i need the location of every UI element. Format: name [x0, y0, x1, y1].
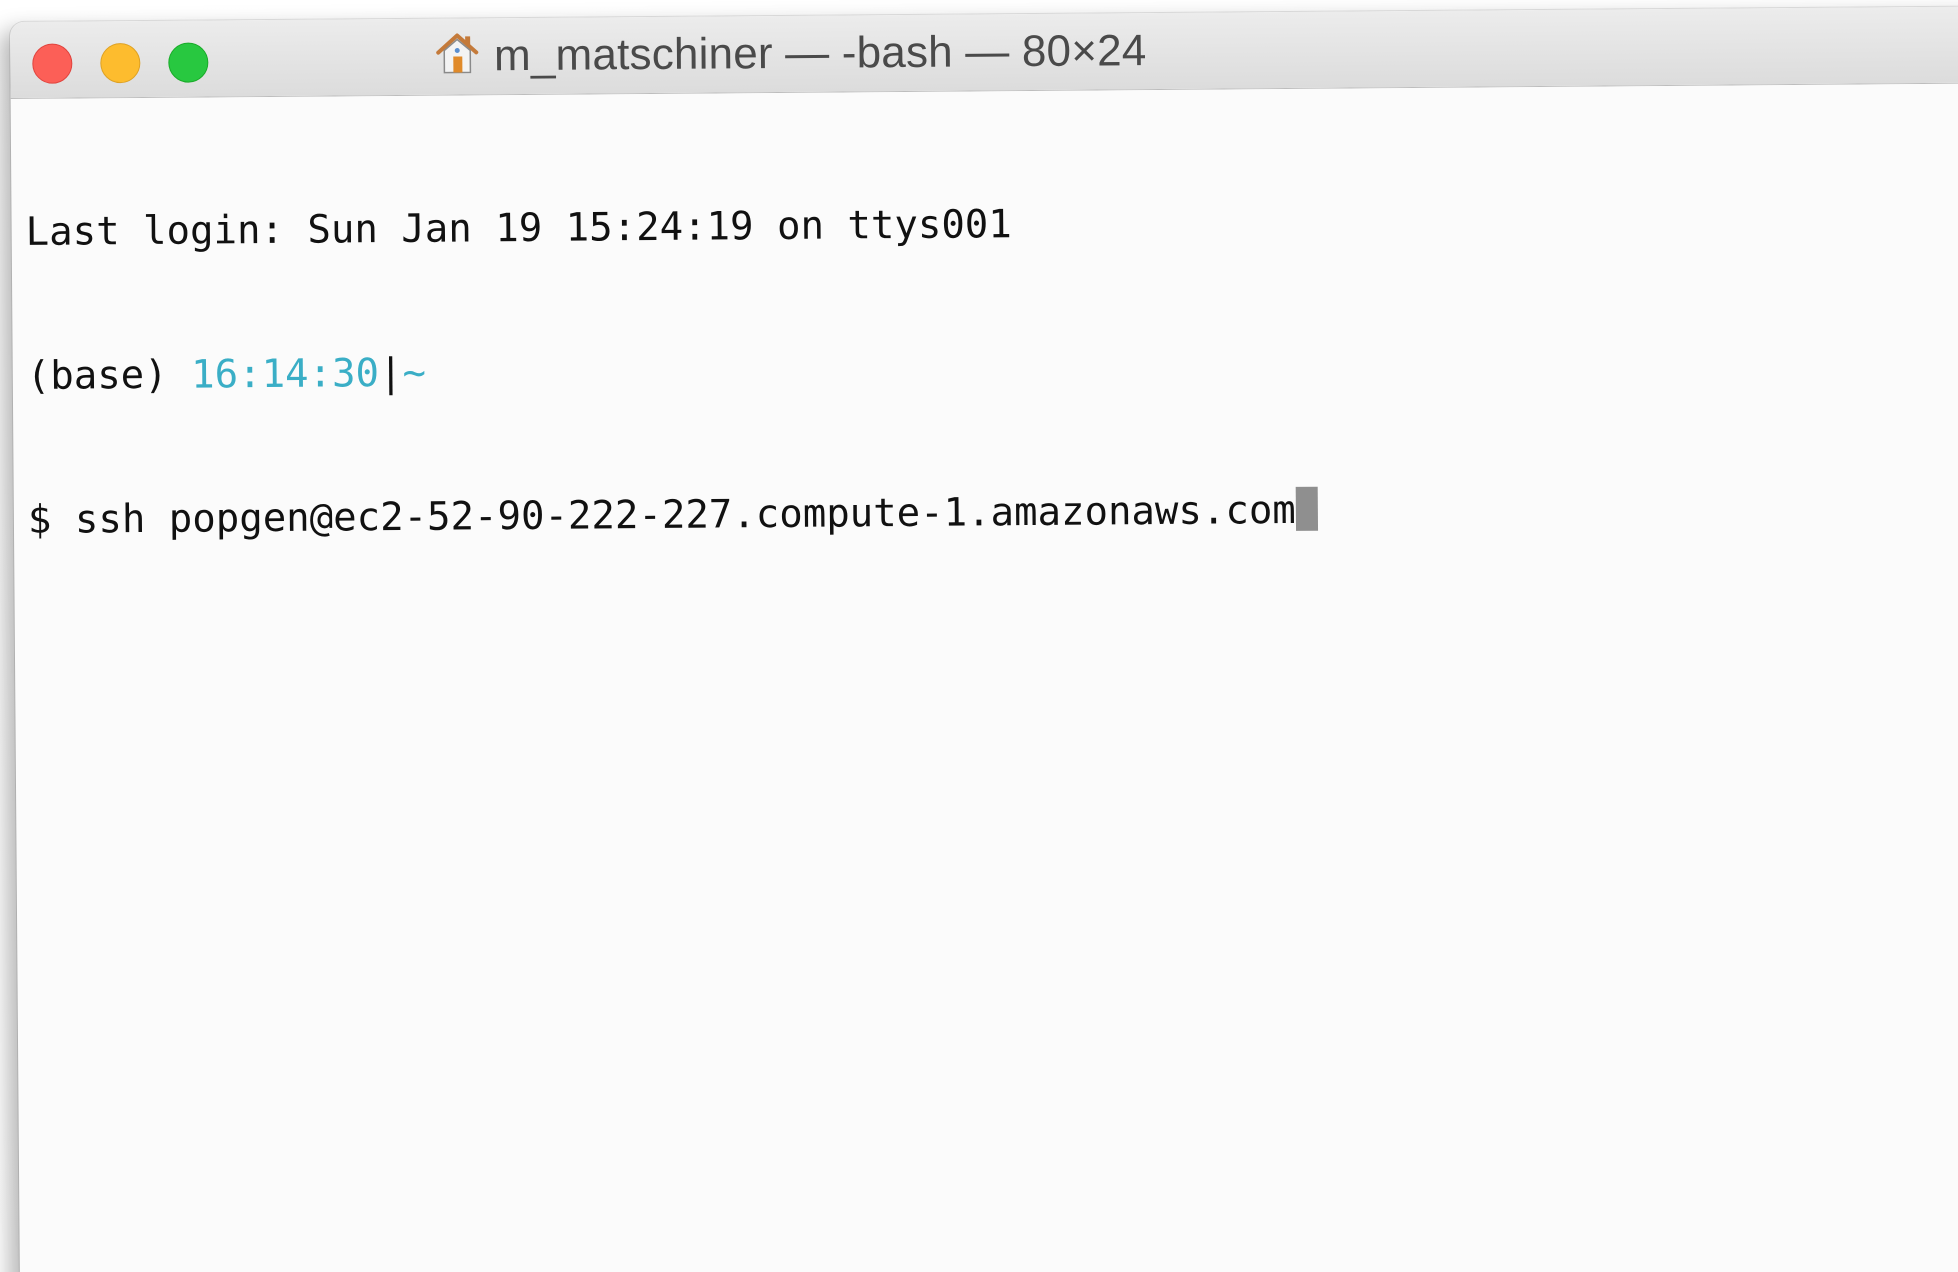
- prompt-symbol: $: [27, 497, 76, 543]
- prompt-env: (base): [26, 352, 192, 399]
- window-title-text: m_matschiner — -bash — 80×24: [493, 26, 1147, 81]
- terminal-content[interactable]: Last login: Sun Jan 19 15:24:19 on ttys0…: [11, 83, 1958, 641]
- text-cursor: [1295, 486, 1318, 531]
- command-line[interactable]: $ ssh popgen@ec2-52-90-222-227.compute-1…: [28, 481, 1958, 545]
- title-bar[interactable]: m_matschiner — -bash — 80×24: [10, 6, 1958, 99]
- command-input[interactable]: ssh popgen@ec2-52-90-222-227.compute-1.a…: [75, 488, 1296, 543]
- last-login-line: Last login: Sun Jan 19 15:24:19 on ttys0…: [25, 202, 1012, 255]
- window-title: m_matschiner — -bash — 80×24: [10, 18, 1958, 85]
- prompt-time: 16:14:30: [190, 351, 380, 398]
- terminal-window[interactable]: m_matschiner — -bash — 80×24 Last login:…: [10, 6, 1958, 1272]
- screen: m_matschiner — -bash — 80×24 Last login:…: [0, 0, 1958, 1272]
- prompt-cwd: ~: [402, 350, 427, 396]
- prompt-line: (base) 16:14:30|~: [27, 337, 1958, 401]
- home-icon: [434, 30, 480, 76]
- prompt-separator: |: [378, 350, 403, 397]
